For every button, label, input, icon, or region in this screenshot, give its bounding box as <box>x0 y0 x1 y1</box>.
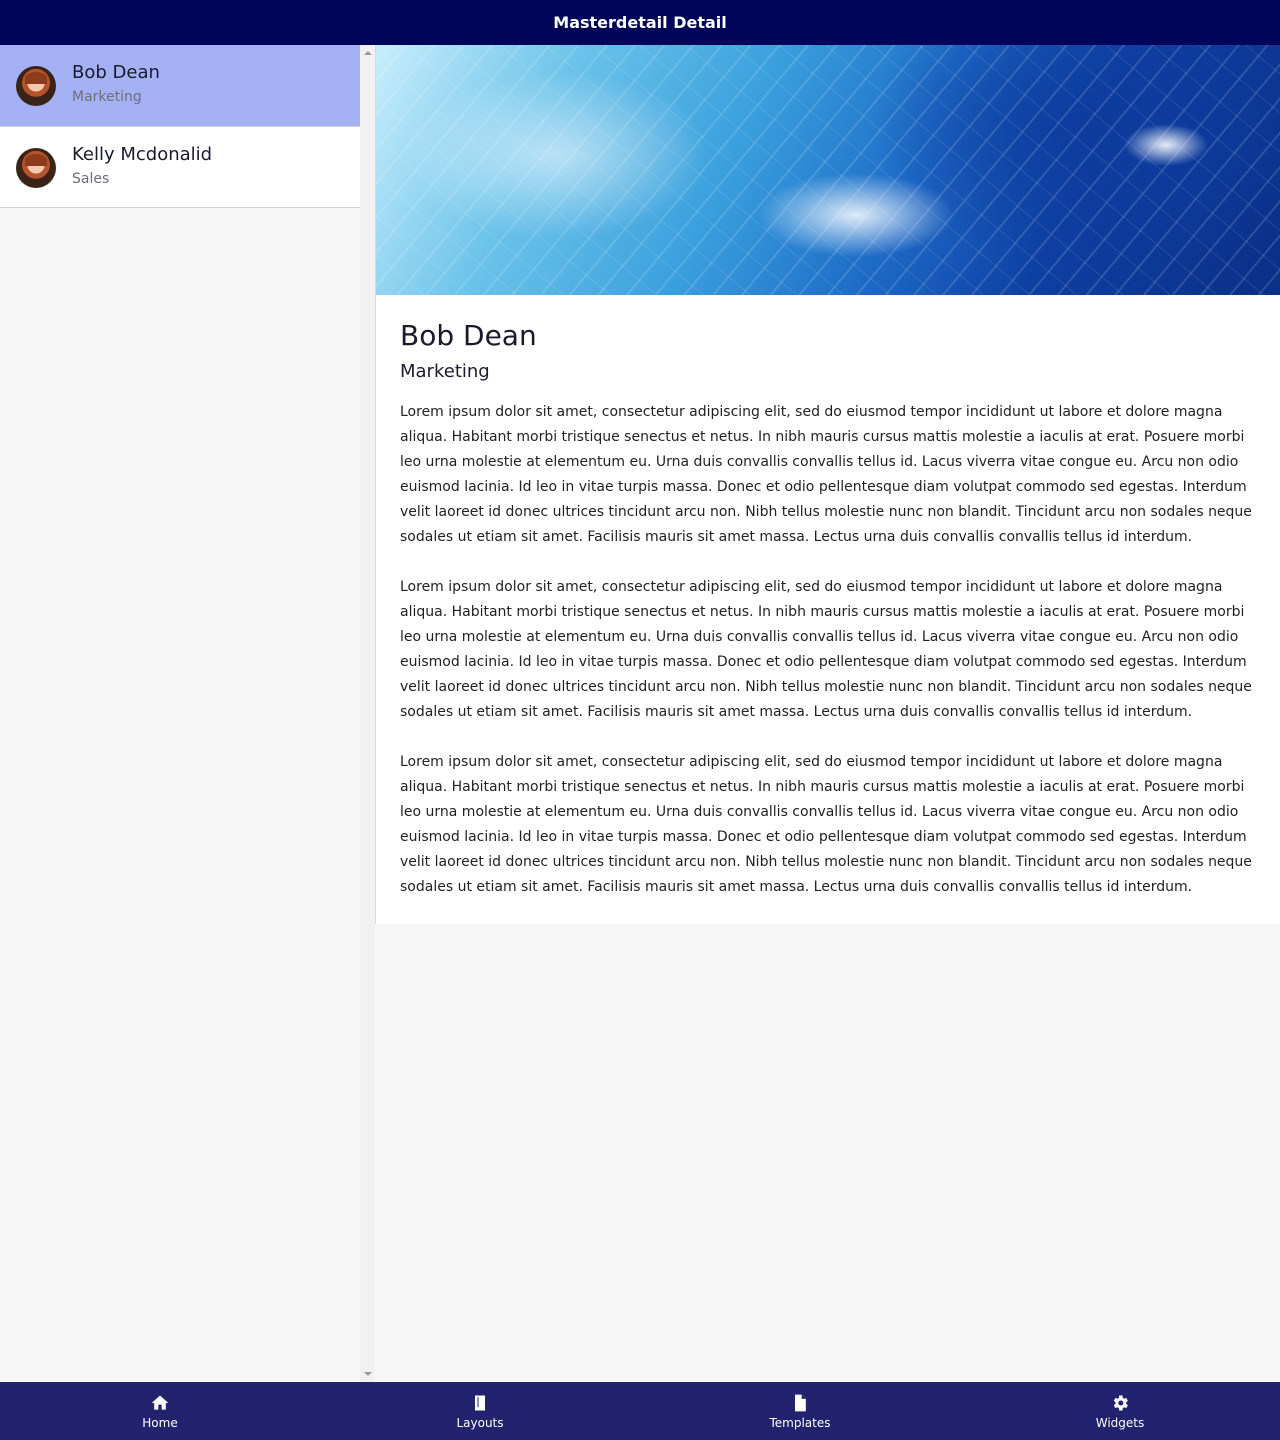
nav-label: Widgets <box>1095 1415 1145 1430</box>
home-icon <box>151 1395 169 1410</box>
nav-label: Templates <box>769 1415 831 1430</box>
detail-department: Marketing <box>400 361 490 382</box>
list-item-name: Kelly Mcdonalid <box>72 144 213 165</box>
detail-body: Lorem ipsum dolor sit amet, consectetur … <box>400 400 1260 925</box>
gear-icon <box>1113 1395 1128 1410</box>
nav-item-home[interactable]: Home <box>0 1382 320 1440</box>
detail-name: Bob Dean <box>400 319 537 352</box>
avatar <box>16 66 56 106</box>
scroll-down-arrow-icon[interactable] <box>364 1372 372 1376</box>
detail-pane: Bob Dean Marketing Lorem ipsum dolor sit… <box>375 45 1280 924</box>
top-app-bar: Masterdetail Detail <box>0 0 1280 45</box>
scroll-up-arrow-icon[interactable] <box>364 51 372 55</box>
nav-item-layouts[interactable]: Layouts <box>320 1382 640 1440</box>
avatar <box>16 148 56 188</box>
bottom-navigation: Home Layouts Templates Widgets <box>0 1382 1280 1440</box>
list-item-name: Bob Dean <box>72 62 160 83</box>
book-icon <box>475 1395 485 1411</box>
master-list: Bob Dean Marketing Kelly Mcdonalid Sales <box>0 45 360 1382</box>
nav-label: Layouts <box>456 1415 504 1430</box>
list-item[interactable]: Bob Dean Marketing <box>0 45 360 127</box>
scrollbar[interactable] <box>360 45 375 1382</box>
detail-paragraph: Lorem ipsum dolor sit amet, consectetur … <box>400 754 1252 895</box>
detail-paragraph: Lorem ipsum dolor sit amet, consectetur … <box>400 579 1252 720</box>
nav-label: Home <box>142 1415 178 1430</box>
list-item-department: Marketing <box>72 89 142 105</box>
nav-item-templates[interactable]: Templates <box>640 1382 960 1440</box>
file-icon <box>795 1394 806 1411</box>
detail-paragraph: Lorem ipsum dolor sit amet, consectetur … <box>400 404 1252 545</box>
hero-image <box>376 45 1280 295</box>
page-title: Masterdetail Detail <box>553 13 727 32</box>
list-item[interactable]: Kelly Mcdonalid Sales <box>0 127 360 208</box>
list-item-department: Sales <box>72 171 110 187</box>
nav-item-widgets[interactable]: Widgets <box>960 1382 1280 1440</box>
